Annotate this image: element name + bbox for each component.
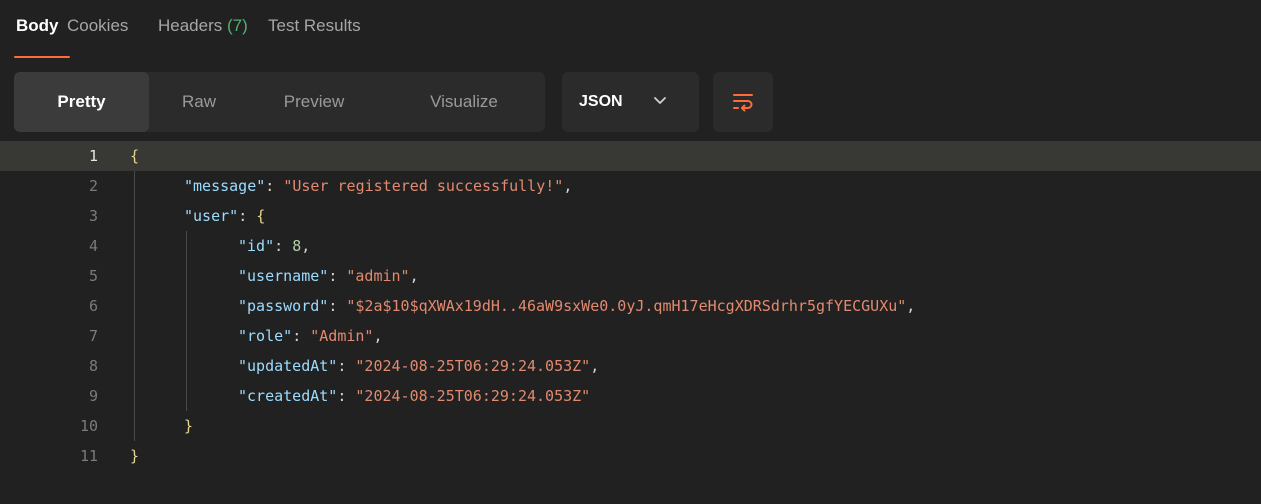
line-number: 1	[88, 147, 98, 165]
view-raw-button[interactable]: Raw	[174, 72, 224, 132]
response-tabs: Body Cookies Headers (7) Test Results	[0, 0, 1261, 62]
line-number: 9	[88, 387, 98, 405]
json-token-punct: :	[265, 177, 284, 195]
json-token-str: "Admin"	[310, 327, 374, 345]
code-line: 4 "id": 8,	[0, 231, 1261, 261]
line-content: }	[184, 411, 193, 441]
line-content: "createdAt": "2024-08-25T06:29:24.053Z"	[238, 381, 590, 411]
response-panel: Body Cookies Headers (7) Test Results Pr…	[0, 0, 1261, 504]
tab-body[interactable]: Body	[16, 16, 59, 36]
line-content: {	[130, 141, 139, 171]
code-line: 1{	[0, 141, 1261, 171]
line-number: 10	[79, 417, 98, 435]
line-number: 4	[88, 237, 98, 255]
line-content: "message": "User registered successfully…	[184, 171, 572, 201]
json-token-str: "2024-08-25T06:29:24.053Z"	[355, 357, 591, 375]
json-token-punct: :	[337, 387, 356, 405]
code-line: 3 "user": {	[0, 201, 1261, 231]
json-token-punct: :	[292, 327, 311, 345]
tab-headers-label: Headers	[158, 16, 223, 35]
active-tab-indicator	[14, 56, 70, 58]
line-content: "password": "$2a$10$qXWAx19dH..46aW9sxWe…	[238, 291, 915, 321]
json-token-brace: }	[130, 447, 140, 465]
line-number: 2	[88, 177, 98, 195]
json-token-punct: ,	[906, 297, 916, 315]
line-number: 3	[88, 207, 98, 225]
json-token-str: "$2a$10$qXWAx19dH..46aW9sxWe0.0yJ.qmH17e…	[346, 297, 907, 315]
json-token-str: "2024-08-25T06:29:24.053Z"	[355, 387, 591, 405]
json-token-punct: ,	[409, 267, 419, 285]
json-token-punct: :	[337, 357, 356, 375]
code-line: 6 "password": "$2a$10$qXWAx19dH..46aW9sxW…	[0, 291, 1261, 321]
json-token-key: "id"	[238, 237, 275, 255]
json-token-key: "createdAt"	[238, 387, 338, 405]
json-token-key: "user"	[184, 207, 239, 225]
json-token-brace: }	[184, 417, 194, 435]
tab-test-results[interactable]: Test Results	[268, 16, 361, 36]
view-pretty-button[interactable]: Pretty	[14, 72, 149, 132]
line-number: 7	[88, 327, 98, 345]
response-body-viewer[interactable]: 1{2 "message": "User registered successfu…	[0, 141, 1261, 504]
json-token-key: "message"	[184, 177, 266, 195]
json-token-brace: {	[130, 147, 140, 165]
json-token-punct: :	[328, 297, 347, 315]
chevron-down-icon	[654, 97, 666, 104]
code-line: 7 "role": "Admin",	[0, 321, 1261, 351]
code-line: 10}	[0, 411, 1261, 441]
line-content: "role": "Admin",	[238, 321, 383, 351]
json-token-key: "updatedAt"	[238, 357, 338, 375]
json-token-str: "User registered successfully!"	[283, 177, 564, 195]
json-token-brace: {	[256, 207, 266, 225]
json-token-punct: ,	[373, 327, 383, 345]
json-token-punct: :	[238, 207, 257, 225]
view-visualize-button[interactable]: Visualize	[404, 72, 524, 132]
view-mode-selector: Pretty Raw Preview Visualize	[14, 72, 545, 132]
line-number: 8	[88, 357, 98, 375]
code-line: 8 "updatedAt": "2024-08-25T06:29:24.053Z"…	[0, 351, 1261, 381]
json-token-punct: ,	[563, 177, 573, 195]
wrap-lines-button[interactable]	[713, 72, 773, 132]
wrap-lines-icon	[733, 94, 753, 112]
line-number: 5	[88, 267, 98, 285]
code-line: 11}	[0, 441, 1261, 471]
line-number: 6	[88, 297, 98, 315]
json-token-key: "role"	[238, 327, 293, 345]
json-token-punct: :	[274, 237, 293, 255]
tab-headers[interactable]: Headers (7)	[158, 16, 248, 36]
view-preview-button[interactable]: Preview	[269, 72, 359, 132]
headers-count-badge: (7)	[227, 16, 248, 35]
json-token-key: "username"	[238, 267, 329, 285]
json-token-punct: ,	[590, 357, 600, 375]
line-content: "user": {	[184, 201, 265, 231]
tab-cookies[interactable]: Cookies	[67, 16, 128, 36]
line-content: "id": 8,	[238, 231, 310, 261]
format-dropdown[interactable]: JSON	[562, 72, 699, 132]
line-number: 11	[79, 447, 98, 465]
json-token-punct: :	[328, 267, 347, 285]
json-token-num: 8	[292, 237, 302, 255]
json-token-punct: ,	[301, 237, 311, 255]
code-line: 9 "createdAt": "2024-08-25T06:29:24.053Z"	[0, 381, 1261, 411]
line-content: }	[130, 441, 139, 471]
json-token-key: "password"	[238, 297, 329, 315]
json-token-str: "admin"	[346, 267, 410, 285]
line-content: "updatedAt": "2024-08-25T06:29:24.053Z",	[238, 351, 599, 381]
code-line: 2 "message": "User registered successfull…	[0, 171, 1261, 201]
code-line: 5 "username": "admin",	[0, 261, 1261, 291]
format-dropdown-label: JSON	[579, 93, 623, 110]
line-content: "username": "admin",	[238, 261, 419, 291]
